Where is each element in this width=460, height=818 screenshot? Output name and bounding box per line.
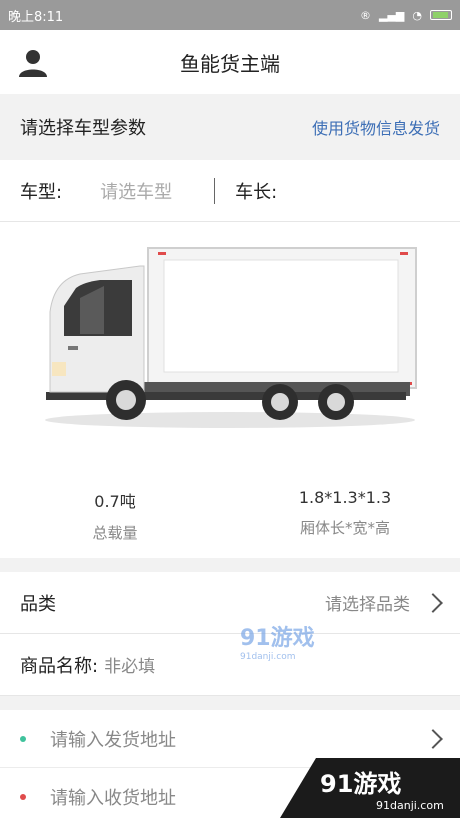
ship-from-input[interactable]: 请输入发货地址 bbox=[50, 726, 176, 752]
capacity-caption: 总载量 bbox=[92, 524, 138, 542]
truck-illustration bbox=[45, 247, 417, 428]
from-dot-icon bbox=[20, 735, 26, 742]
chevron-right-icon bbox=[423, 592, 443, 613]
vehicle-section-header: 请选择车型参数 使用货物信息发货 bbox=[0, 94, 460, 160]
section-gap bbox=[0, 558, 460, 572]
category-row[interactable]: 品类 请选择品类 bbox=[0, 572, 460, 634]
truck-panel: 0.7吨 总载量 1.8*1.3*1.3 厢体长*宽*高 bbox=[0, 222, 460, 558]
truck-stats: 0.7吨 总载量 1.8*1.3*1.3 厢体长*宽*高 bbox=[0, 488, 460, 543]
goods-name-row[interactable]: 商品名称: 非必填 bbox=[0, 634, 460, 696]
alarm-icon: ® bbox=[360, 8, 371, 22]
vehicle-divider bbox=[214, 177, 216, 204]
to-dot-icon bbox=[20, 793, 26, 800]
status-icons: ® ▂▄▆ ◔ bbox=[360, 9, 452, 22]
use-cargo-info-link[interactable]: 使用货物信息发货 bbox=[312, 115, 440, 139]
status-time: 晚上8:11 bbox=[8, 9, 64, 25]
capacity-value: 0.7吨 bbox=[94, 492, 136, 511]
battery-icon bbox=[430, 10, 452, 20]
profile-icon[interactable] bbox=[18, 48, 48, 78]
goods-name-input[interactable]: 非必填 bbox=[104, 652, 155, 677]
watermark-logo: 91游戏 91danji.com bbox=[240, 626, 315, 662]
category-label: 品类 bbox=[20, 593, 56, 615]
signal-icon: ▂▄▆ bbox=[379, 8, 405, 22]
goods-name-label: 商品名称: bbox=[20, 655, 99, 677]
vehicle-selector-row: 车型: 请选车型 车长: bbox=[0, 160, 460, 222]
ship-to-input[interactable]: 请输入收货地址 bbox=[50, 784, 176, 810]
chevron-right-icon bbox=[423, 728, 443, 749]
category-value: 请选择品类 bbox=[325, 595, 410, 615]
vehicle-length-label[interactable]: 车长: bbox=[235, 178, 277, 204]
status-bar: 晚上8:11 ® ▂▄▆ ◔ bbox=[0, 0, 460, 30]
dimensions-value: 1.8*1.3*1.3 bbox=[298, 488, 392, 507]
page-title: 鱼能货主端 bbox=[180, 51, 280, 76]
capacity-stat: 0.7吨 总载量 bbox=[0, 488, 230, 543]
section-title: 请选择车型参数 bbox=[20, 118, 146, 139]
section-gap bbox=[0, 696, 460, 710]
vehicle-type-label: 车型: bbox=[20, 181, 63, 203]
vehicle-type-select[interactable]: 请选车型 bbox=[100, 178, 172, 204]
dimensions-caption: 厢体长*宽*高 bbox=[299, 519, 390, 537]
app-header: 鱼能货主端 bbox=[0, 30, 460, 94]
dimensions-stat: 1.8*1.3*1.3 厢体长*宽*高 bbox=[230, 488, 460, 543]
wifi-icon: ◔ bbox=[412, 8, 422, 22]
